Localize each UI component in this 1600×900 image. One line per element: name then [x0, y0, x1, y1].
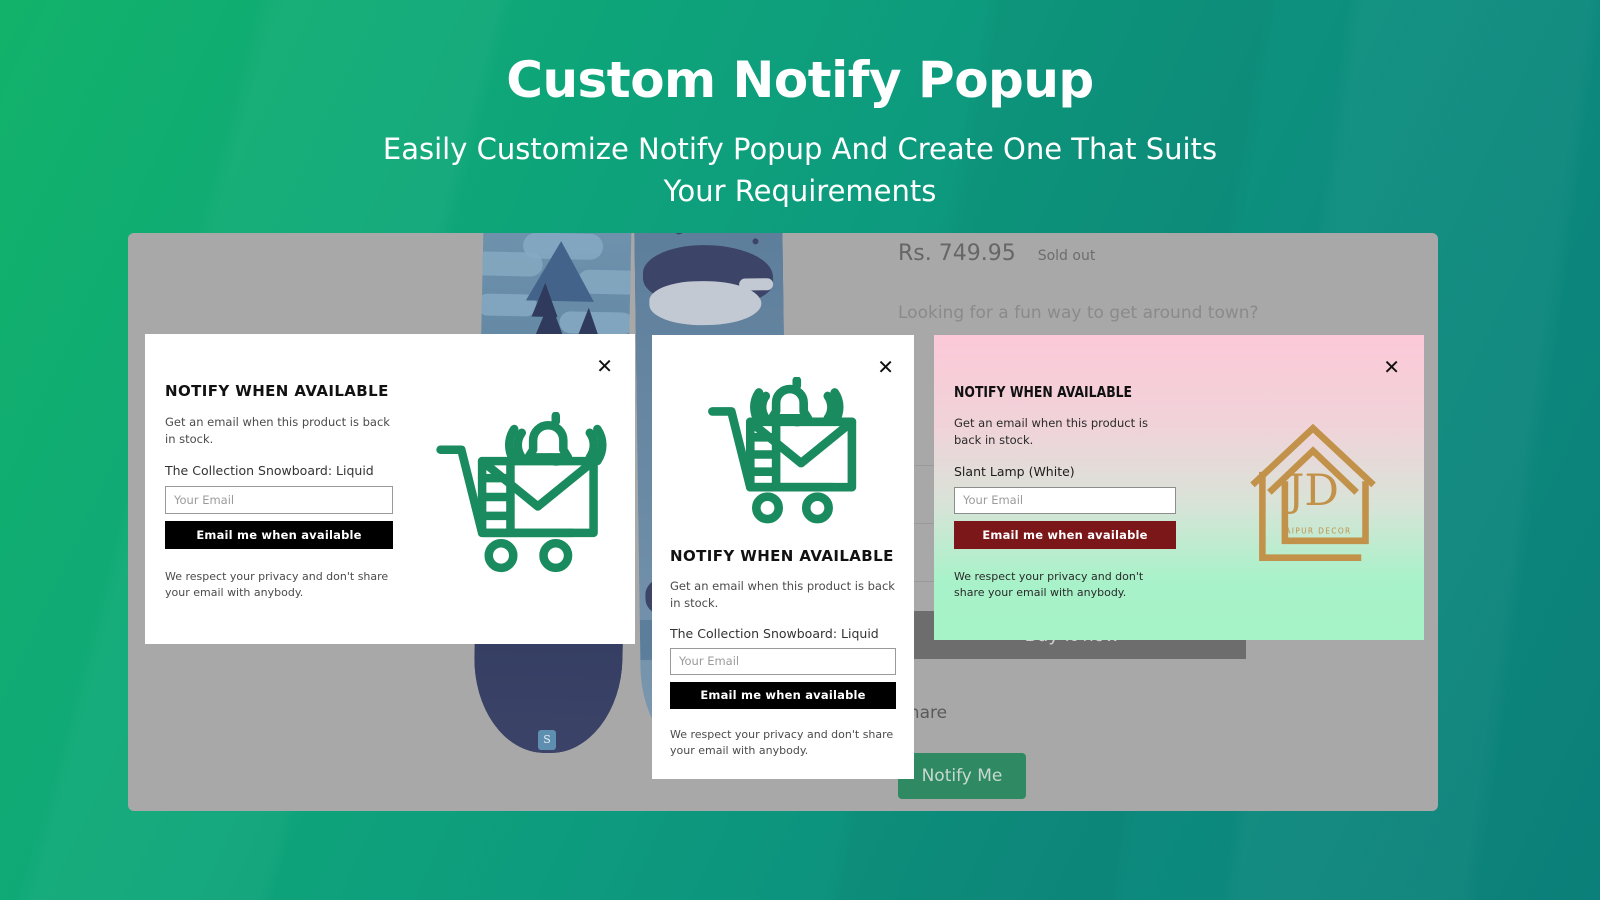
notify-popup-variant-3: ✕ NOTIFY WHEN AVAILABLE Get an email whe… — [934, 335, 1424, 640]
popup-2-content: NOTIFY WHEN AVAILABLE Get an email when … — [670, 547, 896, 760]
notify-me-button[interactable]: Notify Me — [898, 753, 1026, 799]
product-price: Rs. 749.95 — [898, 241, 1016, 266]
product-description: Looking for a fun way to get around town… — [898, 303, 1259, 323]
svg-text:JD: JD — [1283, 466, 1339, 516]
email-me-button[interactable]: Email me when available — [670, 681, 896, 709]
notify-popup-variant-1: ✕ NOTIFY WHEN AVAILABLE Get an email whe… — [145, 334, 635, 644]
page-title: Custom Notify Popup — [506, 51, 1094, 109]
popup-product-name: The Collection Snowboard: Liquid — [670, 625, 879, 641]
email-me-button[interactable]: Email me when available — [954, 520, 1176, 549]
popup-title: NOTIFY WHEN AVAILABLE — [670, 547, 894, 565]
popup-title: NOTIFY WHEN AVAILABLE — [165, 382, 389, 400]
popup-product-name: The Collection Snowboard: Liquid — [165, 462, 374, 478]
privacy-note: We respect your privacy and don't share … — [954, 569, 1144, 600]
popup-1-content: NOTIFY WHEN AVAILABLE Get an email when … — [165, 382, 393, 602]
popup-subtitle: Get an email when this product is back i… — [165, 415, 390, 447]
cart-envelope-bell-icon — [423, 411, 613, 582]
popup-title: NOTIFY WHEN AVAILABLE — [954, 383, 1133, 401]
price-row: Rs. 749.95 Sold out — [898, 241, 1095, 266]
popup-subtitle: Get an email when this product is back i… — [954, 416, 1148, 448]
jaipur-decor-house-logo: JD JAIPUR DECOR — [1238, 415, 1388, 570]
close-icon[interactable]: ✕ — [877, 357, 894, 377]
close-icon[interactable]: ✕ — [1383, 357, 1400, 377]
popup-3-content: NOTIFY WHEN AVAILABLE Get an email when … — [954, 383, 1176, 602]
popup-product-name: Slant Lamp (White) — [954, 463, 1075, 479]
notify-popup-variant-2: ✕ NOTIFY WHEN AVAILABLE Get an email whe… — [652, 335, 914, 779]
page-subtitle: Easily Customize Notify Popup And Create… — [382, 131, 1218, 208]
logo-caption: JAIPUR DECOR — [1281, 526, 1352, 535]
email-input[interactable] — [670, 647, 896, 675]
cart-envelope-bell-icon — [696, 376, 871, 532]
privacy-note: We respect your privacy and don't share … — [670, 727, 894, 758]
popup-subtitle: Get an email when this product is back i… — [670, 579, 895, 611]
shop-watermark-icon: S — [538, 730, 556, 750]
close-icon[interactable]: ✕ — [596, 356, 613, 376]
email-input[interactable] — [165, 485, 393, 514]
privacy-note: We respect your privacy and don't share … — [165, 569, 389, 600]
hero-section: Custom Notify Popup Easily Customize Not… — [0, 0, 1600, 212]
stock-status-badge: Sold out — [1037, 248, 1096, 264]
email-me-button[interactable]: Email me when available — [165, 520, 393, 549]
email-input[interactable] — [954, 486, 1176, 514]
